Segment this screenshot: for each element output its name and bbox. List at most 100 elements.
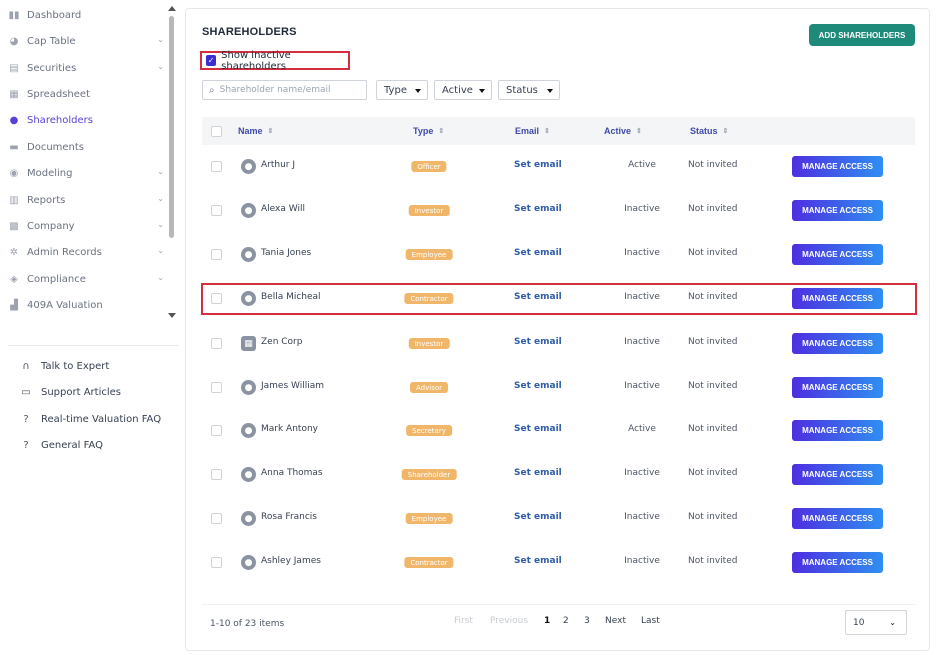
- page-3-link[interactable]: 3: [584, 616, 590, 626]
- set-email-link[interactable]: Set email: [514, 424, 562, 434]
- row-checkbox[interactable]: [211, 425, 222, 436]
- row-checkbox[interactable]: [211, 513, 222, 524]
- shareholder-name[interactable]: James William: [261, 381, 324, 391]
- table-row[interactable]: ● Arthur J Officer Set email Active Not invit…: [202, 145, 915, 189]
- table-row[interactable]: ● Rosa Francis Employee Set email Inactive No…: [202, 497, 915, 541]
- set-email-link[interactable]: Set email: [514, 248, 562, 258]
- row-checkbox[interactable]: [211, 382, 222, 393]
- show-inactive-checkbox[interactable]: ✓: [206, 55, 217, 66]
- previous-page-link[interactable]: Previous: [490, 616, 528, 626]
- column-name-header[interactable]: Name ⇕: [238, 126, 273, 136]
- shareholder-name[interactable]: Arthur J: [261, 160, 295, 170]
- column-status-header[interactable]: Status ⇕: [690, 126, 728, 136]
- page-title: SHAREHOLDERS: [202, 26, 297, 38]
- column-email-header[interactable]: Email ⇕: [515, 126, 550, 136]
- sidebar-item-admin-records[interactable]: ✲ Admin Records ⌄: [8, 242, 168, 262]
- lightbulb-icon: ◉: [9, 167, 19, 179]
- type-filter-dropdown[interactable]: Type: [376, 80, 428, 100]
- set-email-link[interactable]: Set email: [514, 381, 562, 391]
- manage-access-button[interactable]: MANAGE ACCESS: [792, 552, 883, 573]
- set-email-link[interactable]: Set email: [514, 468, 562, 478]
- manage-access-button[interactable]: MANAGE ACCESS: [792, 508, 883, 529]
- next-page-link[interactable]: Next: [605, 616, 626, 626]
- shareholder-name[interactable]: Anna Thomas: [261, 468, 323, 478]
- manage-access-button[interactable]: MANAGE ACCESS: [792, 156, 883, 177]
- active-value: Inactive: [624, 556, 660, 566]
- table-row[interactable]: ● Tania Jones Employee Set email Inactive Not…: [202, 233, 915, 277]
- manage-access-button[interactable]: MANAGE ACCESS: [792, 333, 883, 354]
- chevron-down-icon: ⌄: [889, 618, 896, 627]
- table-row[interactable]: ● Alexa Will Investor Set email Inactive Not …: [202, 189, 915, 233]
- page-1-link[interactable]: 1: [544, 616, 550, 626]
- set-email-link[interactable]: Set email: [514, 204, 562, 214]
- chevron-down-icon: ⌄: [157, 62, 164, 71]
- show-inactive-toggle[interactable]: ✓ Show inactive shareholders: [200, 50, 350, 72]
- sidebar-item-cap-table[interactable]: ◕ Cap Table ⌄: [8, 31, 168, 51]
- spreadsheet-icon: ▦: [9, 88, 19, 100]
- manage-access-button[interactable]: MANAGE ACCESS: [792, 244, 883, 265]
- table-row[interactable]: ● Anna Thomas Shareholder Set email Inactive…: [202, 453, 915, 497]
- dashboard-icon: ▮▮: [8, 9, 20, 21]
- set-email-link[interactable]: Set email: [514, 160, 562, 170]
- shareholder-name[interactable]: Ashley James: [261, 556, 321, 566]
- sidebar-scrollbar[interactable]: [168, 6, 176, 322]
- row-checkbox[interactable]: [211, 161, 222, 172]
- scrollbar-thumb[interactable]: [169, 16, 174, 238]
- table-row[interactable]: ● Mark Antony Secretary Set email Active Not …: [202, 409, 915, 453]
- sidebar-item-modeling[interactable]: ◉ Modeling ⌄: [8, 163, 168, 183]
- column-active-header[interactable]: Active ⇕: [604, 126, 642, 136]
- column-type-header[interactable]: Type ⇕: [413, 126, 444, 136]
- search-input[interactable]: ⌕ Shareholder name/email: [202, 80, 367, 100]
- first-page-link[interactable]: First: [454, 616, 473, 626]
- shareholder-name[interactable]: Zen Corp: [261, 337, 302, 347]
- table-row[interactable]: ▦ Zen Corp Investor Set email Inactive Not in…: [202, 322, 915, 366]
- sidebar-item-dashboard[interactable]: ▮▮ Dashboard: [8, 5, 168, 25]
- manage-access-button[interactable]: MANAGE ACCESS: [792, 200, 883, 221]
- help-link-real-time-valuation-faq[interactable]: ? Real-time Valuation FAQ: [20, 410, 161, 428]
- table-row[interactable]: ● Ashley James Contractor Set email Inactive…: [202, 541, 915, 585]
- status-filter-dropdown[interactable]: Status: [498, 80, 560, 100]
- table-row[interactable]: ● James William Advisor Set email Inactive No…: [202, 366, 915, 410]
- manage-access-button[interactable]: MANAGE ACCESS: [792, 377, 883, 398]
- scroll-down-arrow-icon[interactable]: [168, 313, 176, 318]
- manage-access-button[interactable]: MANAGE ACCESS: [792, 464, 883, 485]
- shield-check-icon: ◈: [10, 273, 18, 285]
- select-all-checkbox[interactable]: [211, 126, 222, 137]
- shareholder-name[interactable]: Tania Jones: [261, 248, 311, 258]
- last-page-link[interactable]: Last: [641, 616, 660, 626]
- add-shareholders-button[interactable]: ADD SHAREHOLDERS: [809, 24, 915, 46]
- shareholder-name[interactable]: Rosa Francis: [261, 512, 317, 522]
- sidebar-item-shareholders[interactable]: ● Shareholders: [8, 110, 168, 130]
- table-row[interactable]: ● Bella Micheal Contractor Set email Inactiv…: [201, 277, 917, 321]
- help-link-general-faq[interactable]: ? General FAQ: [20, 436, 103, 454]
- sidebar-item-documents[interactable]: ▬ Documents: [8, 137, 168, 157]
- set-email-link[interactable]: Set email: [514, 292, 562, 302]
- sidebar-item-compliance[interactable]: ◈ Compliance ⌄: [8, 269, 168, 289]
- manage-access-button[interactable]: MANAGE ACCESS: [792, 420, 883, 441]
- help-link-support-articles[interactable]: ▭ Support Articles: [20, 383, 121, 401]
- sidebar-item-securities[interactable]: ▤ Securities ⌄: [8, 58, 168, 78]
- row-checkbox[interactable]: [211, 557, 222, 568]
- row-checkbox[interactable]: [211, 338, 222, 349]
- shareholder-name[interactable]: Alexa Will: [261, 204, 305, 214]
- sidebar-item-company[interactable]: ▩ Company ⌄: [8, 216, 168, 236]
- active-value: Inactive: [624, 292, 660, 302]
- set-email-link[interactable]: Set email: [514, 337, 562, 347]
- row-checkbox[interactable]: [211, 293, 222, 304]
- manage-access-button[interactable]: MANAGE ACCESS: [792, 288, 883, 309]
- sidebar-item-spreadsheet[interactable]: ▦ Spreadsheet: [8, 84, 168, 104]
- scroll-up-arrow-icon[interactable]: [168, 6, 176, 11]
- set-email-link[interactable]: Set email: [514, 556, 562, 566]
- row-checkbox[interactable]: [211, 205, 222, 216]
- help-link-talk-to-expert[interactable]: ∩ Talk to Expert: [20, 357, 109, 375]
- sidebar-item-409a-valuation[interactable]: ▟ 409A Valuation: [8, 295, 168, 315]
- sidebar-item-reports[interactable]: ▥ Reports ⌄: [8, 190, 168, 210]
- shareholder-name[interactable]: Mark Antony: [261, 424, 318, 434]
- set-email-link[interactable]: Set email: [514, 512, 562, 522]
- row-checkbox[interactable]: [211, 469, 222, 480]
- shareholder-name[interactable]: Bella Micheal: [261, 292, 321, 302]
- active-filter-dropdown[interactable]: Active: [434, 80, 492, 100]
- per-page-select[interactable]: 10 ⌄: [845, 610, 907, 635]
- row-checkbox[interactable]: [211, 249, 222, 260]
- page-2-link[interactable]: 2: [563, 616, 569, 626]
